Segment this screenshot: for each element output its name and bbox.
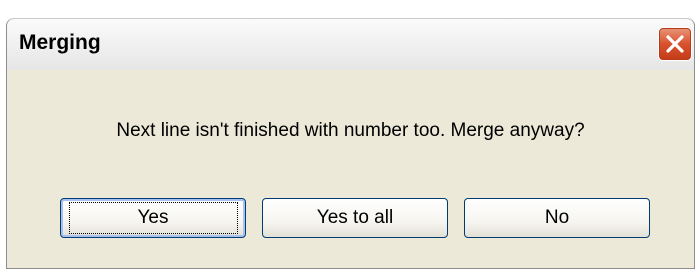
window-title: Merging xyxy=(19,31,101,54)
close-button[interactable] xyxy=(658,27,692,61)
yes-button-label: Yes xyxy=(68,202,238,234)
title-bar[interactable]: Merging xyxy=(7,18,694,70)
dialog-body: Next line isn't finished with number too… xyxy=(7,70,694,268)
yes-button[interactable]: Yes xyxy=(60,198,246,238)
no-button-label: No xyxy=(544,207,570,228)
close-icon xyxy=(666,35,684,53)
merging-dialog: Merging Next line isn't finished with nu… xyxy=(6,18,695,269)
yes-to-all-button-label: Yes to all xyxy=(316,207,394,228)
dialog-message: Next line isn't finished with number too… xyxy=(116,120,585,141)
no-button[interactable]: No xyxy=(464,198,650,238)
yes-to-all-button[interactable]: Yes to all xyxy=(262,198,448,238)
